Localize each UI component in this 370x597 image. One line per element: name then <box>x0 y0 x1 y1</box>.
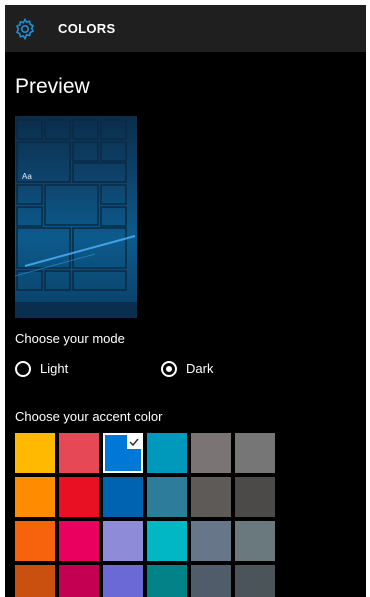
radio-dark-label: Dark <box>186 361 214 376</box>
accent-swatch[interactable] <box>59 433 99 473</box>
accent-swatch[interactable] <box>235 521 275 561</box>
page-title: COLORS <box>58 21 116 36</box>
accent-swatch[interactable] <box>15 433 55 473</box>
accent-swatch[interactable] <box>15 565 55 597</box>
accent-swatch[interactable] <box>191 565 231 597</box>
mode-label: Choose your mode <box>15 331 125 346</box>
checkmark-icon <box>127 435 141 449</box>
accent-swatch[interactable] <box>59 477 99 517</box>
accent-swatch[interactable] <box>59 521 99 561</box>
header-bar: COLORS <box>5 5 366 52</box>
accent-swatch[interactable] <box>103 521 143 561</box>
accent-swatch[interactable] <box>191 521 231 561</box>
radio-dark-circle[interactable] <box>161 361 177 377</box>
accent-swatch[interactable] <box>15 477 55 517</box>
settings-screen: COLORS Preview Aa Choose your mode Light… <box>5 5 366 597</box>
accent-swatch[interactable] <box>235 565 275 597</box>
gear-icon <box>15 17 35 41</box>
accent-swatch[interactable] <box>147 565 187 597</box>
accent-swatch[interactable] <box>59 565 99 597</box>
accent-swatch[interactable] <box>15 521 55 561</box>
preview-heading: Preview <box>15 75 90 98</box>
radio-light-circle[interactable] <box>15 361 31 377</box>
theme-preview: Aa <box>15 116 137 318</box>
accent-swatch[interactable] <box>103 565 143 597</box>
accent-swatch[interactable] <box>235 477 275 517</box>
preview-tiles <box>15 119 136 291</box>
radio-light-label: Light <box>40 361 69 376</box>
accent-swatch[interactable] <box>103 433 143 473</box>
accent-swatch[interactable] <box>103 477 143 517</box>
preview-taskbar <box>15 302 137 318</box>
accent-swatch[interactable] <box>147 433 187 473</box>
accent-swatch[interactable] <box>147 521 187 561</box>
preview-tile-text: Aa <box>22 172 32 181</box>
accent-swatch[interactable] <box>147 477 187 517</box>
accent-swatch[interactable] <box>191 433 231 473</box>
accent-swatch[interactable] <box>191 477 231 517</box>
accent-label: Choose your accent color <box>15 409 163 424</box>
accent-swatch[interactable] <box>235 433 275 473</box>
